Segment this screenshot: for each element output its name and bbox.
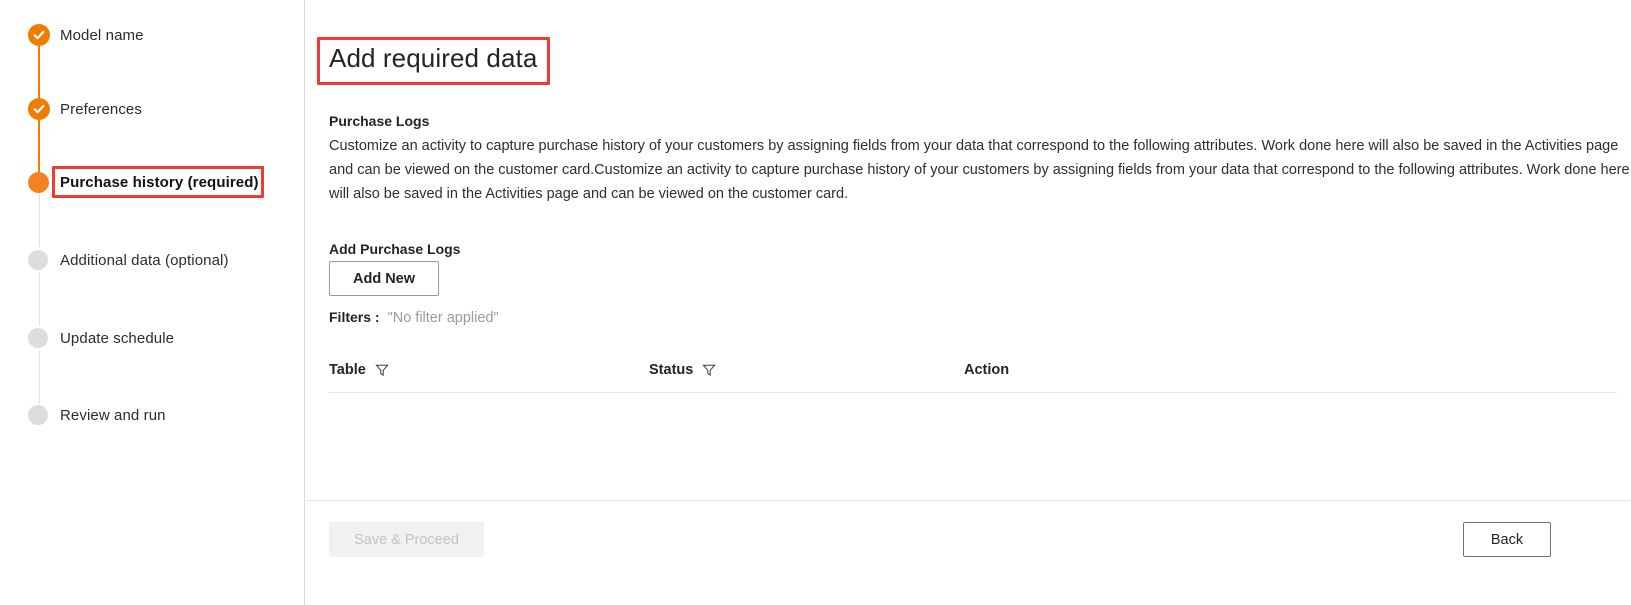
funnel-icon[interactable] [702,363,717,377]
step-connector-5 [38,350,40,404]
sidebar-step-preferences[interactable]: Preferences [0,96,305,122]
sidebar-step-label: Update schedule [60,329,175,347]
table-column-header-label: Action [964,362,1010,378]
sidebar-step-label: Review and run [60,406,166,424]
step-connector-4 [38,272,40,326]
filters-label: Filters : [329,309,380,325]
footer-divider [306,500,1631,501]
table-column-status[interactable]: Status [649,355,717,385]
step-connector-2 [38,120,40,172]
step-connector-3 [38,193,40,247]
filters-row: Filters : "No filter applied" [329,309,499,326]
sidebar-step-label: Model name [60,26,144,44]
table-body-empty [329,393,1617,488]
save-and-proceed-label: Save & Proceed [354,531,459,548]
model-wizard-screen: Model name Preferences Purchase history … [0,0,1631,605]
purchase-logs-table: Table Status Action [329,355,1617,488]
empty-circle-icon [28,328,48,348]
check-circle-icon [28,24,50,46]
empty-circle-icon [28,250,48,270]
back-button[interactable]: Back [1463,522,1551,557]
add-new-button[interactable]: Add New [329,261,439,296]
wizard-stepper-sidebar: Model name Preferences Purchase history … [0,0,305,605]
step-connector-1 [38,46,40,98]
sidebar-step-label: Additional data (optional) [60,251,229,269]
empty-circle-icon [28,405,48,425]
check-circle-icon [28,98,50,120]
filled-circle-icon [28,171,49,193]
filters-value: "No filter applied" [387,310,499,326]
table-column-header-label: Table [329,362,366,378]
table-header-row: Table Status Action [329,355,1617,393]
main-content-panel: Add required data Purchase Logs Customiz… [306,0,1631,605]
sidebar-step-update-schedule[interactable]: Update schedule [0,325,305,351]
back-button-label: Back [1490,531,1524,548]
sidebar-step-review-and-run[interactable]: Review and run [0,402,305,428]
sidebar-step-additional-data[interactable]: Additional data (optional) [0,247,305,273]
purchase-logs-description: Customize an activity to capture purchas… [329,138,1630,202]
page-title: Add required data [329,43,538,73]
sidebar-step-model-name[interactable]: Model name [0,22,305,48]
save-and-proceed-button[interactable]: Save & Proceed [329,522,484,557]
sidebar-step-purchase-history[interactable]: Purchase history (required) [0,169,305,195]
table-column-action: Action [964,355,1009,385]
table-column-header-label: Status [649,362,694,378]
sidebar-step-label: Purchase history (required) [60,173,259,191]
table-column-table[interactable]: Table [329,355,389,385]
purchase-logs-heading: Purchase Logs [329,113,430,129]
add-new-button-label: Add New [352,270,416,287]
add-purchase-logs-heading: Add Purchase Logs [329,241,461,257]
funnel-icon[interactable] [375,363,389,377]
sidebar-step-label: Preferences [60,100,142,118]
